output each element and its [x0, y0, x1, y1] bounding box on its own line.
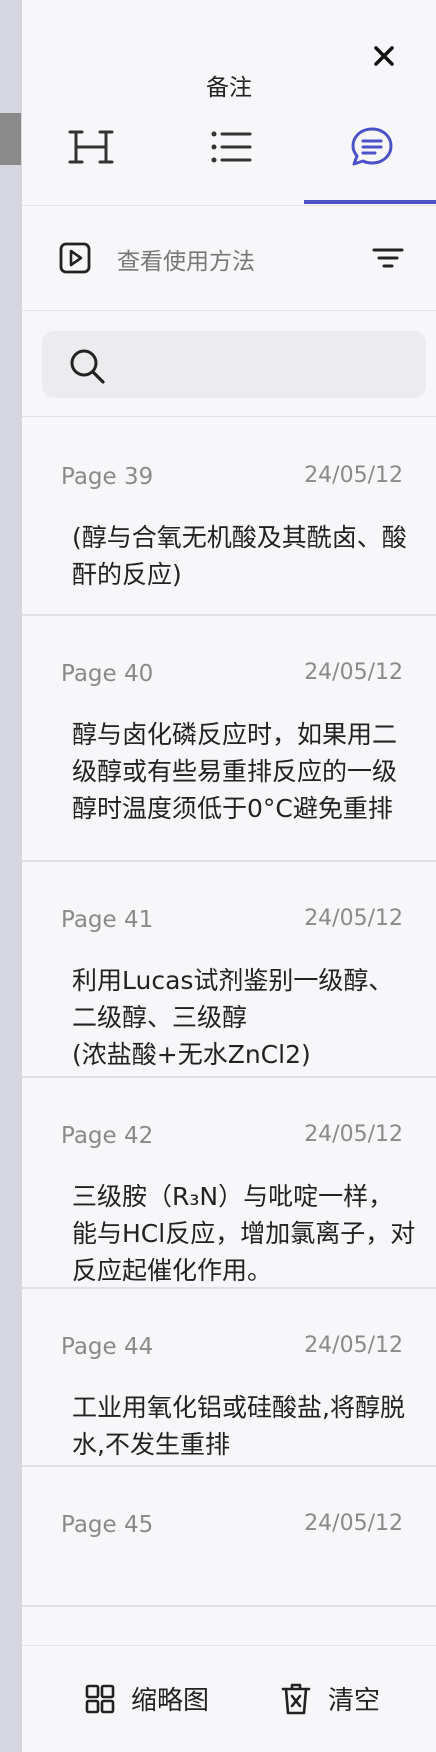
filter-icon — [372, 248, 404, 268]
note-page-label: Page 39 — [61, 464, 154, 490]
tab-outline[interactable] — [206, 122, 256, 172]
left-page-strip — [0, 0, 21, 1752]
search-icon — [70, 349, 105, 384]
notes-toolbar: 查看使用方法 — [22, 206, 436, 311]
thumbnail-button[interactable]: 缩略图 — [85, 1680, 209, 1717]
note-card[interactable]: Page 40 24/05/12 醇与卤化磷反应时，如果用二级醇或有些易重排反应的一… — [22, 614, 436, 862]
note-page-label: Page 45 — [61, 1512, 154, 1538]
notes-panel: 备注 查看使用方法 Page 39 24/05/12 (醇与合氧无机酸及其酰卤、… — [22, 0, 436, 1752]
howto-button[interactable] — [58, 241, 92, 275]
tab-comments[interactable] — [347, 122, 397, 172]
note-date: 24/05/12 — [304, 906, 403, 931]
active-tab-indicator — [304, 200, 436, 204]
play-icon — [59, 242, 91, 274]
list-icon — [211, 131, 252, 163]
note-text: 三级胺（R₃N）与吡啶一样，能与HCl反应，增加氯离子，对反应起催化作用。 — [72, 1182, 416, 1285]
heading-icon — [68, 130, 114, 164]
left-scroll-thumb[interactable] — [0, 113, 21, 165]
howto-label[interactable]: 查看使用方法 — [117, 242, 255, 276]
bottom-bar: 缩略图 清空 — [22, 1645, 436, 1752]
note-page-label: Page 42 — [61, 1123, 154, 1149]
filter-button[interactable] — [372, 244, 404, 272]
note-card[interactable]: Page 45 24/05/12 — [22, 1465, 436, 1607]
note-text: 利用Lucas试剂鉴别一级醇、二级醇、三级醇 (浓盐酸+无水ZnCl2) — [72, 966, 394, 1069]
clear-label: 清空 — [328, 1686, 381, 1716]
note-page-label: Page 40 — [61, 661, 154, 687]
search-box[interactable] — [42, 331, 426, 398]
panel-title: 备注 — [206, 75, 252, 101]
note-text: (醇与合氧无机酸及其酰卤、酸酐的反应) — [72, 523, 407, 589]
trash-icon — [281, 1683, 311, 1714]
note-card[interactable]: Page 44 24/05/12 工业用氧化铝或硅酸盐,将醇脱水,不发生重排 — [22, 1287, 436, 1467]
note-date: 24/05/12 — [304, 1333, 403, 1358]
note-date: 24/05/12 — [304, 1122, 403, 1147]
note-card[interactable]: Page 39 24/05/12 (醇与合氧无机酸及其酰卤、酸酐的反应) — [22, 417, 436, 616]
close-button[interactable] — [370, 42, 398, 70]
tab-headings[interactable] — [66, 122, 116, 172]
note-date: 24/05/12 — [304, 1511, 403, 1536]
search-input[interactable] — [122, 345, 416, 387]
note-text: 醇与卤化磷反应时，如果用二级醇或有些易重排反应的一级醇时温度须低于0°C避免重排 — [72, 720, 398, 823]
thumbnail-label: 缩略图 — [131, 1686, 210, 1716]
close-icon — [374, 46, 394, 66]
note-text: 工业用氧化铝或硅酸盐,将醇脱水,不发生重排 — [72, 1393, 405, 1459]
note-date: 24/05/12 — [304, 463, 403, 488]
grid-icon — [85, 1684, 115, 1713]
panel-header: 备注 — [22, 0, 436, 206]
note-page-label: Page 41 — [61, 907, 154, 933]
clear-button[interactable]: 清空 — [280, 1680, 380, 1717]
note-page-label: Page 44 — [61, 1334, 154, 1360]
comment-icon — [351, 127, 393, 166]
note-date: 24/05/12 — [304, 660, 403, 685]
note-card[interactable]: Page 42 24/05/12 三级胺（R₃N）与吡啶一样，能与HCl反应，增加氯… — [22, 1076, 436, 1289]
note-card[interactable]: Page 41 24/05/12 利用Lucas试剂鉴别一级醇、二级醇、三级醇 (浓… — [22, 860, 436, 1078]
